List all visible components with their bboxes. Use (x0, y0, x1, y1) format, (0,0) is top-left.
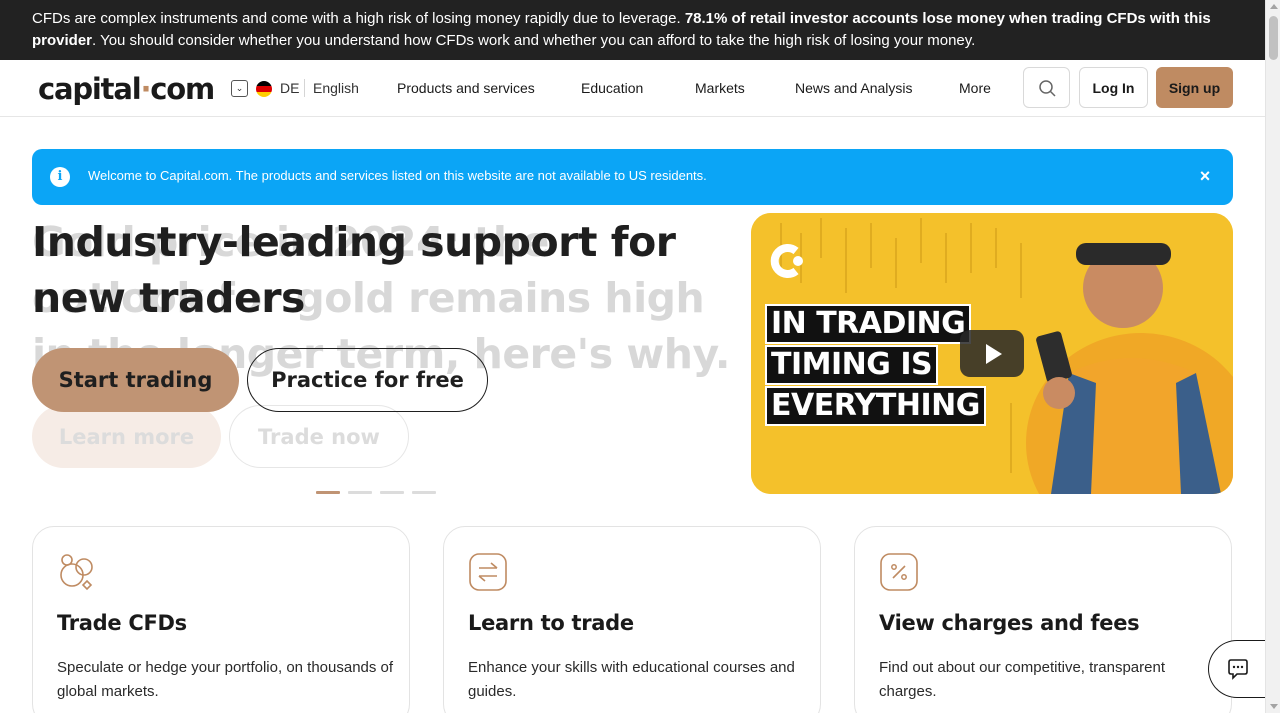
video-caption: IN TRADING TIMING IS EVERYTHING (765, 304, 986, 427)
scrollbar[interactable] (1265, 0, 1280, 713)
carousel-dot[interactable] (316, 491, 340, 494)
nav-education[interactable]: Education (581, 80, 643, 96)
risk-warning-bar: CFDs are complex instruments and come wi… (0, 0, 1265, 60)
germany-flag-icon[interactable] (256, 81, 272, 97)
close-icon[interactable]: × (1195, 165, 1215, 187)
card-description: Find out about our competitive, transpar… (879, 659, 1165, 700)
percent-icon (880, 553, 918, 591)
ghost-trade-now-button: Trade now (229, 405, 409, 468)
us-residents-notice: i Welcome to Capital.com. The products a… (32, 149, 1233, 205)
card-title: Learn to trade (468, 611, 634, 635)
nav-products-and-services[interactable]: Products and services (397, 80, 535, 96)
hero-title: Industry-leading support for new traders (32, 218, 676, 322)
practice-for-free-button[interactable]: Practice for free (247, 348, 488, 412)
logo-text-end: com (150, 72, 215, 106)
info-icon: i (50, 167, 70, 187)
card-title: Trade CFDs (57, 611, 187, 635)
login-button[interactable]: Log In (1079, 67, 1148, 108)
scroll-up-arrow-icon[interactable] (1270, 4, 1278, 9)
promo-video[interactable]: IN TRADING TIMING IS EVERYTHING (751, 213, 1233, 494)
search-button[interactable] (1023, 67, 1070, 108)
caption-line: IN TRADING (765, 304, 972, 344)
nav-markets[interactable]: Markets (695, 80, 745, 96)
play-icon (986, 344, 1002, 364)
trade-cfds-card[interactable]: Trade CFDs Speculate or hedge your portf… (32, 526, 410, 713)
play-button[interactable] (960, 330, 1024, 377)
exchange-arrows-icon (469, 553, 507, 591)
nav-more[interactable]: More (959, 80, 991, 96)
risk-warning-text-end: . You should consider whether you unders… (92, 32, 976, 49)
card-description: Enhance your skills with educational cou… (468, 659, 795, 700)
carousel-dot[interactable] (412, 491, 436, 494)
carousel-dot[interactable] (380, 491, 404, 494)
circles-icon (60, 554, 93, 591)
chevron-down-icon[interactable]: ⌄ (231, 80, 248, 97)
caption-line: EVERYTHING (765, 386, 986, 426)
scroll-thumb[interactable] (1269, 16, 1278, 60)
search-icon (1039, 80, 1056, 97)
nav-news-and-analysis[interactable]: News and Analysis (795, 80, 913, 96)
notice-text: Welcome to Capital.com. The products and… (88, 168, 707, 183)
caption-line: TIMING IS (765, 345, 939, 385)
charges-and-fees-card[interactable]: View charges and fees Find out about our… (854, 526, 1232, 713)
learn-to-trade-card[interactable]: Learn to trade Enhance your skills with … (443, 526, 821, 713)
signup-button[interactable]: Sign up (1156, 67, 1233, 108)
scroll-down-arrow-icon[interactable] (1270, 704, 1278, 709)
card-description: Speculate or hedge your portfolio, on th… (57, 659, 394, 700)
region-code[interactable]: DE (280, 80, 299, 96)
carousel-dot[interactable] (348, 491, 372, 494)
logo-dot: · (140, 72, 151, 106)
logo-text: capital (38, 72, 142, 106)
capital-logo-icon (770, 244, 803, 278)
start-trading-button[interactable]: Start trading (32, 348, 239, 412)
logo[interactable]: capital·com (38, 72, 215, 106)
language-selector[interactable]: English (313, 80, 359, 96)
divider (304, 79, 305, 97)
chat-bubble-icon (1228, 659, 1248, 680)
risk-warning-text: CFDs are complex instruments and come wi… (32, 10, 685, 27)
ghost-learn-more-button: Learn more (32, 405, 221, 468)
card-title: View charges and fees (879, 611, 1140, 635)
